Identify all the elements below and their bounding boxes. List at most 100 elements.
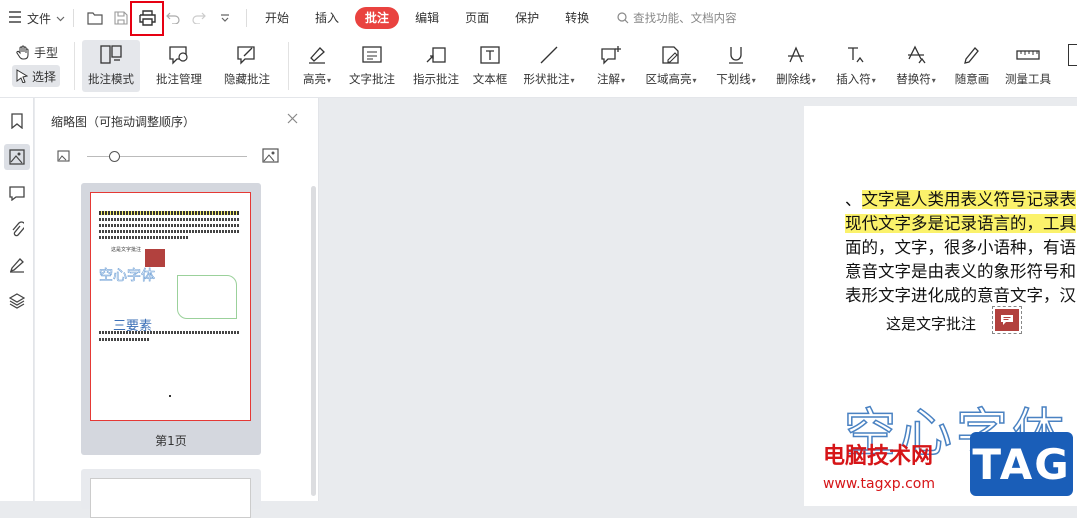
divider [288, 42, 289, 90]
tab-annotate[interactable]: 批注 [355, 7, 400, 29]
bookmark-button[interactable] [4, 108, 30, 134]
left-sidebar [0, 98, 34, 501]
slider-knob[interactable] [109, 151, 120, 162]
cursor-arrow-icon [16, 69, 28, 83]
chevron-down-icon [56, 11, 65, 25]
note-button[interactable]: 注解▾ [590, 40, 632, 92]
thumbnail-panel: 缩略图（可拖动调整顺序） 这是文字批注 空心字体 三要素 第1页 [35, 98, 319, 518]
thumbnail-button[interactable] [4, 144, 30, 170]
measure-tool-button[interactable]: 测量工具 [1000, 40, 1056, 92]
text-annotation-icon [362, 46, 382, 63]
hide-annotation-button[interactable]: 隐藏批注 [218, 40, 276, 92]
search-box[interactable]: 查找功能、文档内容 [617, 10, 737, 26]
attachment-button[interactable] [4, 216, 30, 242]
file-menu[interactable]: 文件 [8, 5, 65, 31]
divider [74, 42, 75, 90]
tool-label: 注解 [596, 72, 620, 86]
menu-icon [8, 10, 22, 26]
file-menu-label: 文件 [27, 11, 52, 26]
highlighted-text: 文字是人类用表义符号记录表 [861, 190, 1076, 209]
tool-label: 文本框 [472, 72, 508, 86]
signature-button[interactable] [4, 252, 30, 278]
hand-tool-button[interactable]: 手型 [12, 41, 62, 63]
freehand-icon [964, 47, 979, 64]
folder-icon [87, 12, 103, 25]
highlight-button[interactable]: 高亮▾ [296, 40, 338, 92]
tab-start[interactable]: 开始 [255, 7, 299, 29]
page-number-label: 第1页 [155, 434, 187, 448]
paperclip-icon [12, 221, 24, 237]
layers-icon [9, 293, 25, 309]
thumb-dot [169, 395, 171, 397]
thumb-hollow-text: 空心字体 [99, 268, 156, 285]
tool-label: 替换符 [896, 72, 931, 86]
annotation-note-marker[interactable] [992, 306, 1022, 334]
doc-line-3: 面的，文字，很多小语种，有语 [845, 238, 1076, 257]
area-highlight-button[interactable]: 区域高亮▾ [640, 40, 702, 92]
highlight-icon [309, 47, 325, 64]
overflow-tool-icon[interactable] [1068, 44, 1077, 66]
highlighted-text: 现代文字多是记录语言的，工具 [845, 214, 1076, 233]
thumb-note-text: 这是文字批注 [111, 247, 142, 253]
thumbnail-scrollbar[interactable] [311, 186, 316, 496]
freehand-button[interactable]: 随意画 [950, 40, 994, 92]
insert-caret-button[interactable]: 插入符▾ [830, 40, 882, 92]
area-highlight-icon [662, 46, 679, 64]
print-highlight-box [130, 1, 164, 36]
tab-insert[interactable]: 插入 [305, 7, 349, 29]
layers-button[interactable] [4, 288, 30, 314]
page-thumbnail-2[interactable] [81, 469, 261, 518]
annotation-mode-icon [100, 45, 122, 64]
close-icon [287, 113, 298, 124]
small-image-icon [57, 150, 70, 162]
doc-line-5: 表形文字进化成的意音文字，汉 [845, 286, 1076, 305]
comment-icon [9, 185, 25, 201]
zoom-slider[interactable] [57, 148, 307, 164]
ribbon-toolbar: 手型 选择 批注模式 批注管理 隐藏批注 高亮▾ 文字批注 指示批注 文本框 形… [0, 36, 1077, 98]
thumb-text-line [99, 211, 239, 215]
text-annotation-button[interactable]: 文字批注 [344, 40, 400, 92]
replace-caret-icon [908, 45, 926, 64]
doc-line-1: 、文字是人类用表义符号记录表 [845, 186, 1076, 210]
document-viewport: 、文字是人类用表义符号记录表 现代文字多是记录语言的，工具 面的，文字，很多小语… [320, 98, 1077, 506]
comment-panel-button[interactable] [4, 180, 30, 206]
divider [73, 9, 75, 27]
search-icon [617, 12, 629, 24]
hand-icon [16, 45, 29, 59]
redo-button[interactable] [186, 5, 212, 31]
pen-sign-icon [9, 258, 24, 273]
open-folder-button[interactable] [82, 5, 108, 31]
note-icon [601, 46, 621, 65]
select-tool-button[interactable]: 选择 [12, 65, 61, 87]
ruler-icon [1016, 50, 1040, 60]
quick-access-more-button[interactable] [212, 5, 238, 31]
divider [246, 9, 248, 27]
tab-protect[interactable]: 保护 [505, 7, 549, 29]
annotation-manage-icon [169, 46, 188, 65]
tool-label: 插入符 [836, 72, 871, 86]
pointer-annotation-button[interactable]: 指示批注 [408, 40, 464, 92]
tab-edit[interactable]: 编辑 [405, 7, 449, 29]
page-thumbnail-1[interactable]: 这是文字批注 空心字体 三要素 第1页 [81, 183, 261, 455]
annotation-mode-button[interactable]: 批注模式 [82, 40, 140, 92]
close-button[interactable] [287, 113, 298, 127]
doc-line-2: 现代文字多是记录语言的，工具 [845, 210, 1076, 234]
shape-annotation-button[interactable]: 形状批注▾ [518, 40, 580, 92]
hand-tool-label: 手型 [34, 45, 59, 60]
annotation-note-text: 这是文字批注 [886, 315, 977, 333]
textbox-button[interactable]: 文本框 [468, 40, 512, 92]
annotation-manage-button[interactable]: 批注管理 [150, 40, 208, 92]
tag-logo: TAG [970, 432, 1073, 496]
strikethrough-button[interactable]: 删除线▾ [770, 40, 822, 92]
underline-button[interactable]: 下划线▾ [710, 40, 762, 92]
replace-caret-button[interactable]: 替换符▾ [890, 40, 942, 92]
tool-label: 随意画 [954, 72, 990, 86]
thumb-text-line [99, 218, 239, 221]
tool-label: 文字批注 [349, 72, 395, 86]
hide-annotation-icon [237, 46, 255, 65]
tab-page[interactable]: 页面 [455, 7, 499, 29]
tab-convert[interactable]: 转换 [555, 7, 599, 29]
thumbnail-icon [9, 149, 25, 165]
large-image-icon [262, 148, 279, 163]
note-marker-icon [995, 309, 1019, 331]
